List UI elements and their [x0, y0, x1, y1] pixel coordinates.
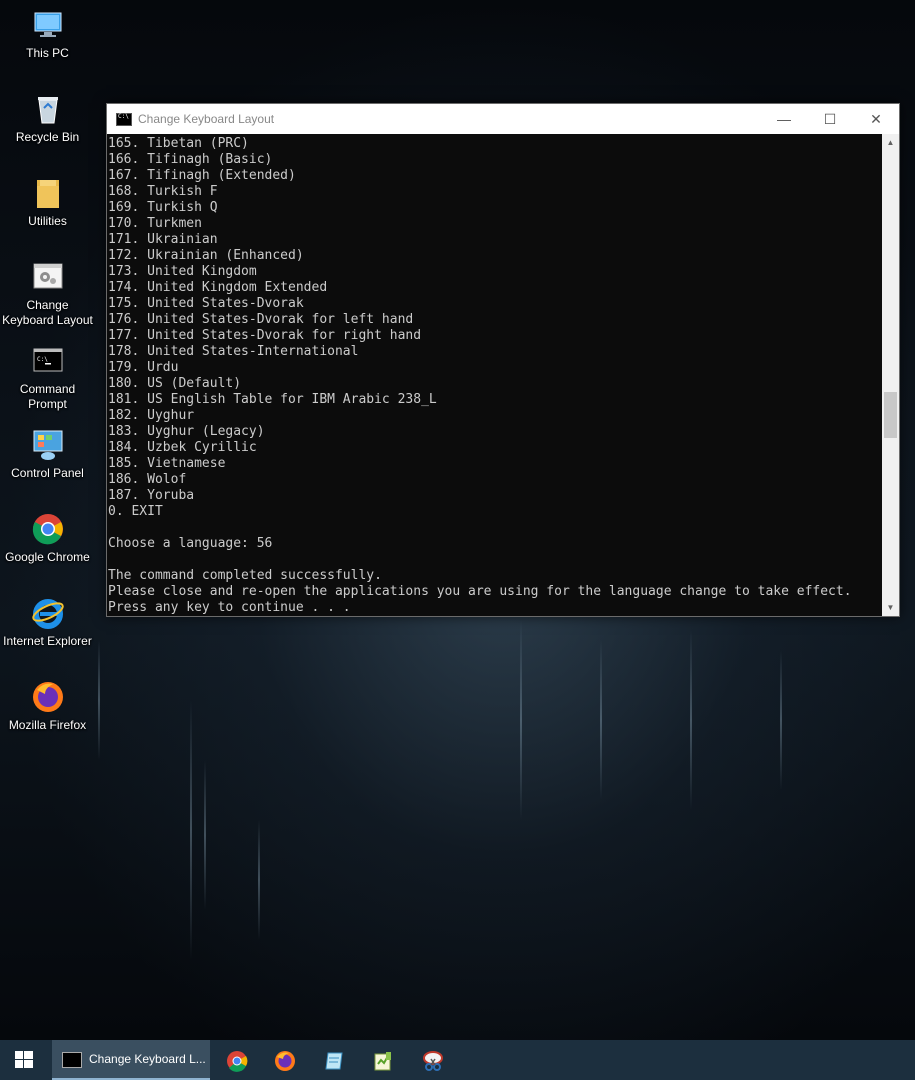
console-line: 165. Tibetan (PRC) — [108, 136, 249, 151]
console-line: 186. Wolof — [108, 472, 187, 487]
maximize-button[interactable]: ☐ — [807, 104, 853, 134]
taskbar-item-change-keyboard-layout[interactable]: Change Keyboard L... — [52, 1040, 210, 1080]
folder-icon — [31, 176, 65, 210]
svg-text:C:\: C:\ — [37, 356, 48, 363]
console-line: 166. Tifinagh (Basic) — [108, 152, 273, 167]
notepad-plus-icon — [374, 1052, 391, 1071]
chrome-icon — [227, 1051, 248, 1072]
console-line: 183. Uyghur (Legacy) — [108, 424, 265, 439]
taskbar: Change Keyboard L... — [0, 1040, 915, 1080]
firefox-icon — [31, 680, 65, 714]
desktop-icon-mozilla-firefox[interactable]: Mozilla Firefox — [0, 680, 95, 733]
desktop-icon-label: Internet Explorer — [3, 634, 92, 648]
wallpaper-streak — [204, 760, 206, 910]
console-window[interactable]: Change Keyboard Layout — ☐ ✕ 165. Tibeta… — [106, 103, 900, 617]
vertical-scrollbar[interactable]: ▲ ▼ — [882, 134, 899, 616]
close-button[interactable]: ✕ — [853, 104, 899, 134]
firefox-icon — [275, 1051, 295, 1071]
console-icon — [62, 1052, 82, 1068]
ie-icon — [31, 596, 65, 630]
computer-icon — [31, 8, 65, 42]
console-line: 174. United Kingdom Extended — [108, 280, 328, 295]
desktop-icon-label: Recycle Bin — [15, 130, 80, 144]
console-line: 176. United States-Dvorak for left hand — [108, 312, 414, 327]
desktop-icon-label: Utilities — [28, 214, 67, 228]
gear-script-icon — [31, 260, 65, 294]
wallpaper-streak — [600, 640, 602, 800]
console-icon: C:\ — [31, 344, 65, 378]
console-line: 187. Yoruba — [108, 488, 195, 503]
wallpaper-streak — [190, 700, 192, 960]
desktop-icon-recycle-bin[interactable]: Recycle Bin — [0, 92, 95, 145]
taskbar-pinned-notepad[interactable] — [309, 1040, 357, 1080]
control-panel-icon — [31, 428, 65, 462]
wallpaper-streak — [690, 630, 692, 810]
taskbar-pinned-firefox[interactable] — [260, 1040, 308, 1080]
console-line: The command completed successfully. — [108, 568, 382, 583]
start-button[interactable] — [0, 1040, 48, 1080]
desktop-icon-this-pc[interactable]: This PC — [0, 8, 95, 61]
console-line: Choose a language: 56 — [108, 536, 273, 551]
scroll-up-arrow-icon[interactable]: ▲ — [882, 134, 899, 151]
desktop-icon-command-prompt[interactable]: C:\ Command Prompt — [0, 344, 95, 412]
desktop-icon-internet-explorer[interactable]: Internet Explorer — [0, 596, 95, 649]
console-output: 165. Tibetan (PRC) 166. Tifinagh (Basic)… — [107, 136, 852, 616]
desktop-icon-label: Change Keyboard Layout — [2, 298, 93, 327]
desktop-icon-label: Mozilla Firefox — [8, 718, 87, 732]
console-line: 178. United States-International — [108, 344, 359, 359]
wallpaper-streak — [520, 620, 522, 820]
console-line: Press any key to continue . . . — [108, 600, 351, 615]
console-line: 173. United Kingdom — [108, 264, 257, 279]
chrome-icon — [31, 512, 65, 546]
console-line: 175. United States-Dvorak — [108, 296, 304, 311]
taskbar-pinned-notepad-plus[interactable] — [358, 1040, 406, 1080]
console-line: 180. US (Default) — [108, 376, 242, 391]
console-line: 172. Ukrainian (Enhanced) — [108, 248, 304, 263]
taskbar-item-label: Change Keyboard L... — [89, 1052, 206, 1066]
console-line: 181. US English Table for IBM Arabic 238… — [108, 392, 437, 407]
console-line: 167. Tifinagh (Extended) — [108, 168, 296, 183]
console-app-icon — [116, 113, 132, 126]
desktop-icon-change-keyboard-layout[interactable]: Change Keyboard Layout — [0, 260, 95, 328]
wallpaper-streak — [780, 650, 782, 790]
console-line: 169. Turkish Q — [108, 200, 218, 215]
console-output-area[interactable]: 165. Tibetan (PRC) 166. Tifinagh (Basic)… — [107, 134, 882, 616]
desktop-icon-google-chrome[interactable]: Google Chrome — [0, 512, 95, 565]
wallpaper-streak — [258, 820, 260, 940]
console-line: 0. EXIT — [108, 504, 163, 519]
taskbar-pinned-snipping-tool[interactable] — [408, 1040, 456, 1080]
minimize-button[interactable]: — — [761, 104, 807, 134]
desktop-icon-utilities[interactable]: Utilities — [0, 176, 95, 229]
console-line: 184. Uzbek Cyrillic — [108, 440, 257, 455]
scroll-thumb[interactable] — [884, 392, 897, 439]
console-line: 182. Uyghur — [108, 408, 195, 423]
scroll-down-arrow-icon[interactable]: ▼ — [882, 599, 899, 616]
console-line: 170. Turkmen — [108, 216, 202, 231]
snipping-tool-icon — [423, 1051, 443, 1071]
notepad-icon — [325, 1052, 343, 1070]
desktop-icon-label: Control Panel — [11, 466, 84, 480]
recycle-bin-icon — [31, 92, 65, 126]
window-title: Change Keyboard Layout — [138, 112, 275, 126]
taskbar-pinned-chrome[interactable] — [212, 1040, 260, 1080]
console-line: 179. Urdu — [108, 360, 179, 375]
desktop-icon-label: Command Prompt — [19, 382, 76, 411]
console-line: 177. United States-Dvorak for right hand — [108, 328, 422, 343]
console-line: Please close and re-open the application… — [108, 584, 852, 599]
title-bar[interactable]: Change Keyboard Layout — ☐ ✕ — [107, 104, 899, 134]
console-line: 171. Ukrainian — [108, 232, 218, 247]
console-line: 185. Vietnamese — [108, 456, 226, 471]
console-line: 168. Turkish F — [108, 184, 218, 199]
desktop-icon-label: Google Chrome — [5, 550, 90, 564]
desktop-icon-control-panel[interactable]: Control Panel — [0, 428, 95, 481]
wallpaper-streak — [98, 640, 100, 760]
desktop-icon-label: This PC — [26, 46, 69, 60]
windows-logo-icon — [15, 1051, 33, 1068]
